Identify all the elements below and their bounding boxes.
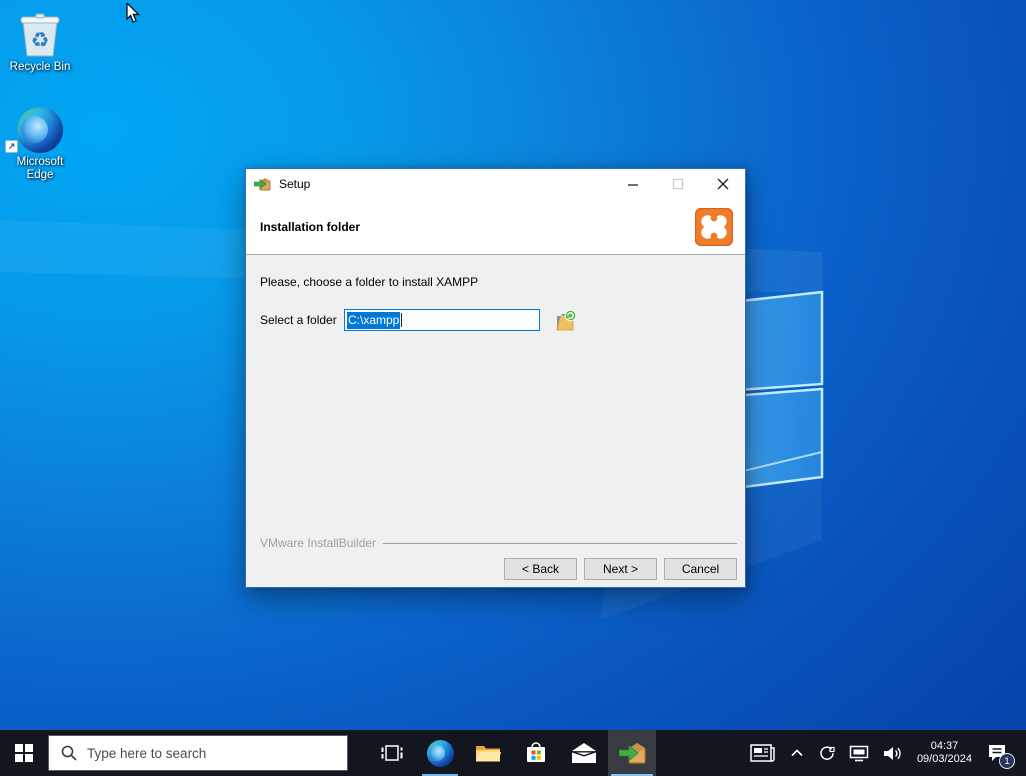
taskbar-empty-space (656, 730, 743, 776)
status-circle-icon (820, 745, 835, 760)
taskbar-edge-button[interactable] (416, 730, 464, 776)
brand-divider (383, 542, 737, 544)
cancel-button[interactable]: Cancel (664, 558, 737, 580)
desktop-icon-label: Recycle Bin (9, 61, 71, 73)
instruction-text: Please, choose a folder to install XAMPP (260, 275, 479, 289)
taskbar-file-explorer-button[interactable] (464, 730, 512, 776)
clock-time: 04:37 (930, 740, 959, 752)
news-widget-button[interactable] (743, 730, 783, 776)
search-icon (61, 745, 77, 761)
dialog-header: Installation folder (246, 199, 745, 254)
maximize-button[interactable] (655, 169, 700, 199)
taskbar: 04:37 09/03/2024 1 (0, 730, 1026, 776)
svg-text:♻: ♻ (31, 28, 50, 52)
xampp-installer-icon (618, 743, 646, 764)
page-title: Installation folder (260, 219, 361, 234)
volume-icon (883, 746, 901, 760)
network-icon (849, 745, 869, 761)
titlebar[interactable]: Setup (246, 169, 745, 199)
search-input[interactable] (87, 745, 317, 761)
tray-status-button[interactable] (811, 730, 842, 776)
installer-brand-text: VMware InstallBuilder (260, 536, 377, 550)
start-button[interactable] (0, 730, 48, 776)
installer-app-icon (254, 178, 271, 191)
folder-path-input[interactable]: C:\xampp (344, 309, 540, 331)
task-view-icon (381, 745, 403, 761)
taskbar-search[interactable] (48, 735, 348, 771)
xampp-logo-icon (695, 208, 733, 246)
recycle-bin-icon: ♻ (4, 8, 76, 58)
desktop-icon-recycle-bin[interactable]: ♻ Recycle Bin (4, 8, 76, 74)
window-title: Setup (279, 177, 311, 191)
dialog-body: Please, choose a folder to install XAMPP… (246, 254, 745, 587)
tray-overflow-button[interactable] (783, 730, 811, 776)
mail-icon (572, 743, 596, 763)
action-center-button[interactable]: 1 (979, 730, 1021, 776)
next-button[interactable]: Next > (584, 558, 657, 580)
desktop-icon-microsoft-edge[interactable]: ↗ Microsoft Edge (4, 103, 76, 182)
desktop: ♻ Recycle Bin ↗ Microsoft Edge Setup Ins… (0, 0, 1026, 776)
text-caret (401, 313, 403, 327)
news-icon (750, 744, 775, 762)
taskbar-clock[interactable]: 04:37 09/03/2024 (910, 740, 979, 766)
volume-button[interactable] (876, 730, 910, 776)
system-tray: 04:37 09/03/2024 1 (743, 730, 1026, 776)
clock-date: 09/03/2024 (916, 753, 972, 765)
edge-icon (426, 739, 454, 767)
shortcut-arrow-icon: ↗ (5, 140, 18, 153)
taskbar-store-button[interactable] (512, 730, 560, 776)
folder-field-label: Select a folder (260, 313, 337, 327)
microsoft-store-icon (527, 742, 545, 762)
file-explorer-icon (476, 746, 501, 762)
browse-folder-button[interactable] (553, 308, 577, 332)
setup-window: Setup Installation folder Please, choose… (245, 168, 746, 588)
network-button[interactable] (842, 730, 876, 776)
taskbar-mail-button[interactable] (560, 730, 608, 776)
browse-folder-icon (555, 309, 576, 330)
mouse-cursor (126, 3, 140, 23)
close-button[interactable] (700, 169, 745, 199)
windows-logo-icon (15, 744, 33, 762)
back-button[interactable]: < Back (504, 558, 577, 580)
chevron-up-icon (791, 749, 803, 757)
folder-path-value: C:\xampp (347, 311, 401, 329)
task-view-button[interactable] (368, 730, 416, 776)
minimize-button[interactable] (610, 169, 655, 199)
desktop-icon-label: Microsoft Edge (16, 156, 64, 181)
edge-icon (17, 107, 63, 153)
notification-badge: 1 (999, 753, 1015, 769)
taskbar-xampp-installer-button[interactable] (608, 730, 656, 776)
